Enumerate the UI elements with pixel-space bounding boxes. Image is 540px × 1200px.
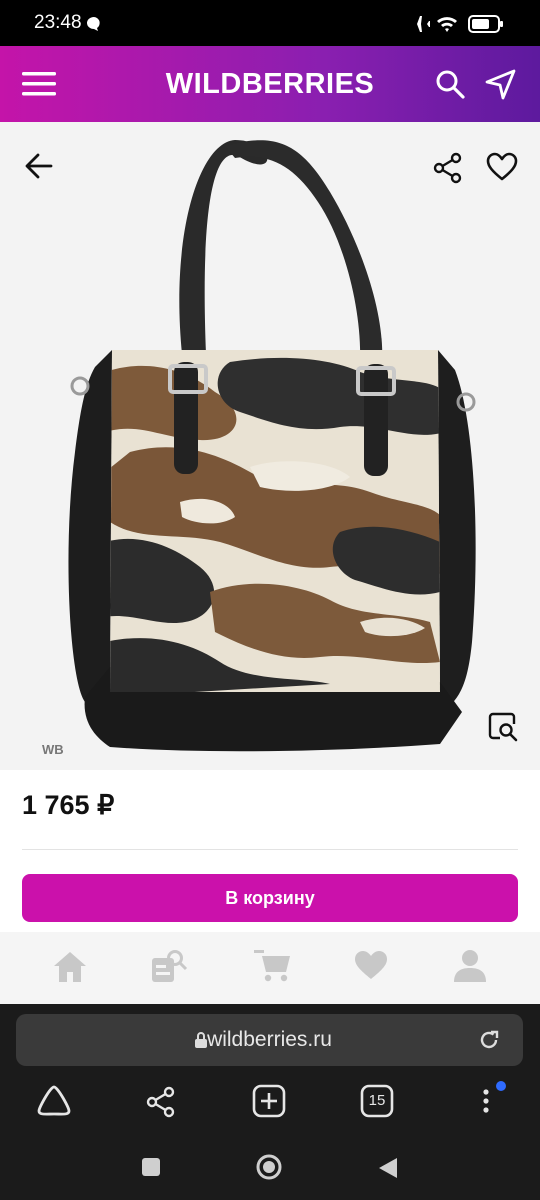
address-bar[interactable]: wildberries.ru <box>16 1014 523 1066</box>
message-icon <box>87 17 100 31</box>
watermark: WB <box>42 742 64 757</box>
home-icon[interactable] <box>52 950 88 984</box>
app-header: WILDBERRIES <box>0 46 540 122</box>
bottom-tab-bar <box>0 932 540 1004</box>
browser-home-icon[interactable] <box>36 1084 72 1118</box>
divider <box>22 849 518 850</box>
wifi-icon <box>437 17 457 32</box>
share-icon[interactable] <box>432 152 464 184</box>
browser-share-icon[interactable] <box>146 1086 176 1118</box>
product-price: 1 765 ₽ <box>22 790 115 820</box>
tabs-button[interactable]: 15 <box>360 1084 394 1118</box>
url-text[interactable]: wildberries.ru <box>16 1028 523 1052</box>
product-image[interactable] <box>0 122 540 770</box>
back-arrow-icon[interactable] <box>24 152 54 180</box>
location-arrow-icon[interactable] <box>484 68 518 100</box>
heart-icon[interactable] <box>486 152 518 182</box>
profile-icon[interactable] <box>452 948 488 984</box>
recents-icon[interactable] <box>141 1157 161 1177</box>
battery-icon <box>468 15 503 33</box>
search-icon[interactable] <box>434 68 466 100</box>
status-time: 23:48 <box>34 12 82 33</box>
image-search-icon[interactable] <box>488 712 518 742</box>
back-nav-icon[interactable] <box>377 1156 399 1180</box>
tabs-count: 15 <box>368 1092 386 1109</box>
more-menu-icon[interactable] <box>478 1080 508 1120</box>
cart-icon[interactable] <box>252 948 292 984</box>
status-bar: 23:48 <box>0 0 540 46</box>
home-nav-icon[interactable] <box>255 1153 283 1181</box>
airplane-icon <box>410 16 430 32</box>
catalog-search-icon[interactable] <box>150 948 188 984</box>
add-to-cart-button[interactable]: В корзину <box>22 874 518 922</box>
reload-icon[interactable] <box>478 1029 500 1051</box>
favorites-icon[interactable] <box>354 950 388 980</box>
product-gallery[interactable] <box>0 122 540 770</box>
new-tab-icon[interactable] <box>252 1084 286 1118</box>
